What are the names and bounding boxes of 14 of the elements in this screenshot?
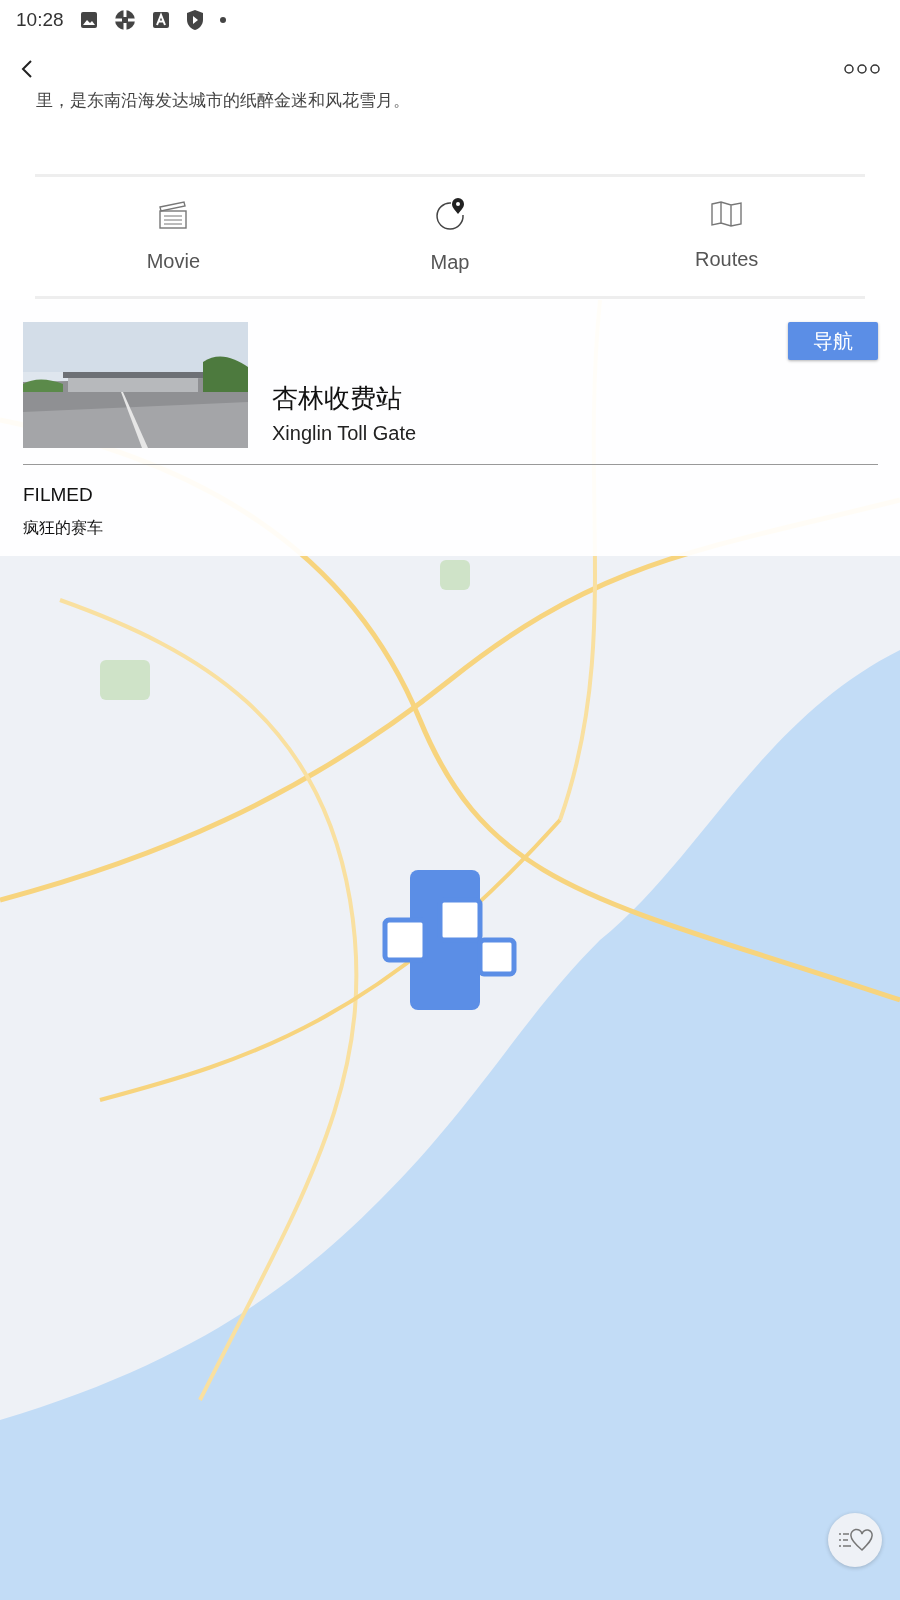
aperture-icon	[113, 9, 136, 31]
tab[interactable]: Movie	[35, 196, 312, 277]
letter-a-icon	[151, 11, 170, 29]
tab[interactable]: Map	[311, 195, 589, 278]
folded-map-icon	[709, 199, 744, 228]
shield-icon	[185, 9, 204, 31]
image-icon	[79, 11, 98, 29]
more-icon[interactable]	[844, 64, 880, 74]
back-icon[interactable]	[20, 59, 34, 79]
tab[interactable]: Routes	[588, 198, 865, 275]
location-pin-icon	[433, 196, 467, 231]
description-text: 里，是东南沿海发达城市的纸醉金迷和风花雪月。	[36, 90, 410, 112]
status-time: 10:28	[16, 7, 64, 32]
dot-icon	[219, 17, 226, 23]
